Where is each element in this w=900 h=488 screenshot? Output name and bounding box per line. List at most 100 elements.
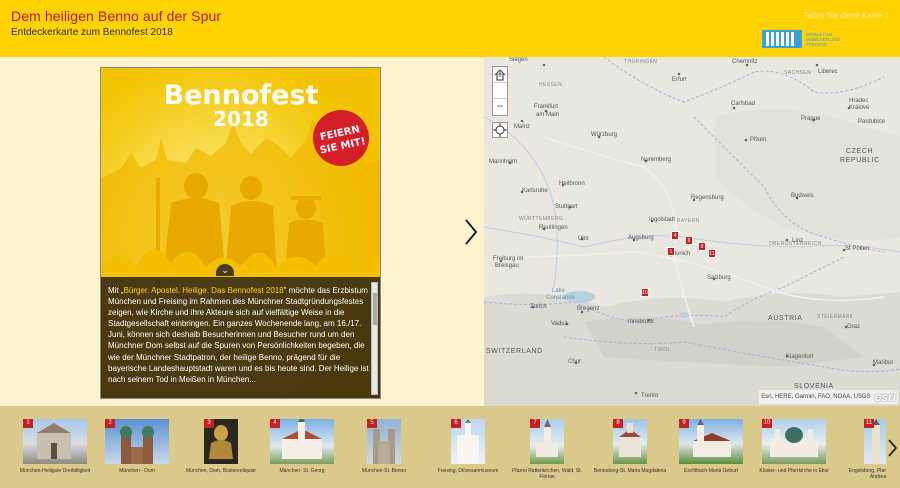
story-intro-link[interactable]: Bürger. Apostel. Heilige. Das Bennofest … [124, 286, 284, 295]
carousel-item-1[interactable]: 1 München-Heiligste Dreifaltigkeit [15, 419, 95, 474]
map-label-hessen: HESSEN [539, 82, 562, 88]
map-label-chur: Chur [568, 359, 582, 365]
app-header: Dem heiligen Benno auf der Spur Entdecke… [0, 0, 900, 57]
carousel-label: München - Dom [119, 468, 155, 474]
carousel-item-6[interactable]: 6 Freising, Diözesanmuseum [428, 419, 508, 474]
carousel-label: München, Dom, Büstenreliquiar [185, 468, 257, 474]
carousel-label: Bennoberg-St. Maria Magdalena [593, 468, 667, 474]
zoom-out-button[interactable]: − [493, 99, 507, 115]
map-pin-10[interactable]: 10 [641, 288, 649, 297]
carousel-label: München-Heiligste Dreifaltigkeit [19, 468, 91, 474]
map-label-heilbronn: Heilbronn [559, 181, 585, 187]
carousel-thumbnail[interactable]: 4 [270, 419, 334, 464]
map-label-chemnitz: Chemnitz [732, 59, 758, 65]
carousel-thumbnail[interactable]: 1 [23, 419, 87, 464]
map-label-augsburg: Augsburg [628, 235, 654, 241]
map-label-bregenz: Bregenz [577, 306, 600, 312]
map-label-ingolstadt: Ingolstadt [649, 217, 676, 223]
map-label-mannheim: Mannheim [489, 159, 518, 165]
map-label-graz: Graz [847, 324, 861, 330]
carousel-item-7[interactable]: 7 Pfarrei Rattenkirchen, Wald, St. Flori… [507, 419, 587, 480]
esri-logo[interactable]: esri [875, 390, 896, 404]
map-label-steiermark: STEIERMARK [817, 314, 854, 320]
map-label-freiburg: Freiburg im [493, 256, 524, 262]
carousel-thumbnail[interactable]: 5 [367, 419, 401, 464]
carousel-thumbnail[interactable]: 2 [105, 419, 169, 464]
carousel-thumbnail[interactable]: 6 [451, 419, 485, 464]
carousel-item-10[interactable]: 10 Kloster- und Pfarrkirche in Ettal [754, 419, 834, 474]
share-icon[interactable]: ⇪ [883, 11, 890, 20]
home-button[interactable] [493, 69, 507, 99]
carousel-thumbnail[interactable]: 9 [679, 419, 743, 464]
app-subtitle: Entdeckerkarte zum Bennofest 2018 [11, 27, 173, 38]
map-label-erfurt: Erfurt [672, 77, 687, 83]
carousel-label: Pfarrei Rattenkirchen, Wald, St. Florian [512, 468, 582, 480]
logo-text: ERZBISTUM MÜNCHEN UND FREISING [806, 31, 840, 47]
map-pin-9[interactable]: 9 [698, 242, 706, 251]
carousel-item-8[interactable]: 8 Bennoberg-St. Maria Magdalena [590, 419, 670, 474]
locate-icon[interactable] [493, 123, 507, 137]
map-label-nuremberg: Nuremberg [641, 157, 672, 163]
map-view[interactable]: HESSEN THÜRINGEN SACHSEN BAYERN WÜRTTEMB… [484, 57, 900, 406]
chevron-right-icon[interactable] [462, 217, 480, 247]
map-label-reutlingen: Reutlingen [539, 225, 568, 231]
map-label-maribor: Maribor [873, 360, 894, 366]
collapse-text-button[interactable]: ⌄ [216, 264, 234, 276]
map-label-sachsen: SACHSEN [784, 70, 811, 76]
map-label-vaduz: Vaduz [551, 321, 568, 327]
carousel-item-2[interactable]: 2 München - Dom [97, 419, 177, 474]
carousel-thumbnail[interactable]: 3 [204, 419, 238, 464]
story-scroll-thumb[interactable] [373, 293, 377, 325]
carousel-next-button[interactable] [886, 438, 898, 458]
map-label-pilsen: Pilsen [750, 137, 767, 143]
carousel-number: 10 [762, 419, 772, 428]
map-label-wurzburg: Würzburg [591, 132, 618, 138]
map-pin-6[interactable]: 6 [685, 236, 693, 245]
map-label-klagenfurt: Klagenfurt [786, 354, 814, 360]
share-link-label[interactable]: Teilen Sie diese Karte [804, 11, 881, 20]
carousel-thumbnail[interactable]: 7 [530, 419, 564, 464]
logo-icon [762, 30, 802, 48]
chevron-right-icon[interactable] [886, 438, 898, 458]
poster-year: 2018 [213, 107, 269, 131]
map-label-thuringen: THÜRINGEN [624, 59, 658, 65]
carousel-item-11[interactable]: 11 Engelsberg, Pfar Andrea [842, 419, 886, 480]
map-zoom-control: + − [492, 66, 508, 116]
map-pin-11[interactable]: 11 [708, 249, 716, 258]
map-label-karlsruhe: Karlsruhe [522, 188, 548, 194]
carousel-thumbnail[interactable]: 11 [864, 419, 886, 464]
map-label-ulm: Ulm [578, 236, 589, 242]
attribution-text: Esri, HERE, Garmin, FAO, NOAA, USGS [761, 394, 871, 400]
map-label-zurich: Zurich [530, 304, 547, 310]
next-story-button[interactable] [462, 217, 480, 247]
map-label-lake: Lake [552, 288, 566, 294]
carousel-number: 2 [105, 419, 115, 428]
carousel-number: 5 [367, 419, 377, 428]
carousel-label: Freising, Diözesanmuseum [437, 468, 499, 474]
carousel-thumbnail[interactable]: 10 [762, 419, 826, 464]
carousel-item-5[interactable]: 5 München-St. Benno [344, 419, 424, 474]
map-label-siegen: Siegen [509, 57, 528, 63]
story-scrollbar[interactable] [371, 282, 378, 395]
map-pin-1[interactable]: 1 [667, 247, 675, 256]
carousel-thumbnail[interactable]: 8 [613, 419, 647, 464]
chevron-down-icon[interactable]: ⌄ [221, 265, 229, 275]
map-label-frankfurt: Frankfurt [534, 104, 559, 110]
map-label-linz: Linz [792, 238, 804, 244]
carousel-item-9[interactable]: 9 Eschlbach-Mariä Geburt [671, 419, 751, 474]
map-label-breisgau: Breisgau [495, 263, 519, 269]
carousel-number: 8 [613, 419, 623, 428]
locate-button[interactable] [492, 122, 508, 138]
carousel-item-4[interactable]: 4 München- St. Georg [262, 419, 342, 474]
share-link[interactable]: Teilen Sie diese Karte ⇪ [804, 11, 890, 20]
carousel-number: 6 [451, 419, 461, 428]
carousel-number: 7 [530, 419, 540, 428]
map-label-kralove: Králové [849, 105, 870, 111]
diocese-logo[interactable]: ERZBISTUM MÜNCHEN UND FREISING [762, 30, 846, 48]
carousel-label: München- St. Georg [279, 468, 325, 474]
home-icon[interactable] [493, 67, 507, 83]
map-label-stpolten: St Pölten [845, 246, 870, 252]
map-label-tirol: TIROL [654, 347, 671, 353]
carousel-item-3[interactable]: 3 München, Dom, Büstenreliquiar [181, 419, 261, 474]
map-pin-4[interactable]: 4 [671, 231, 679, 240]
